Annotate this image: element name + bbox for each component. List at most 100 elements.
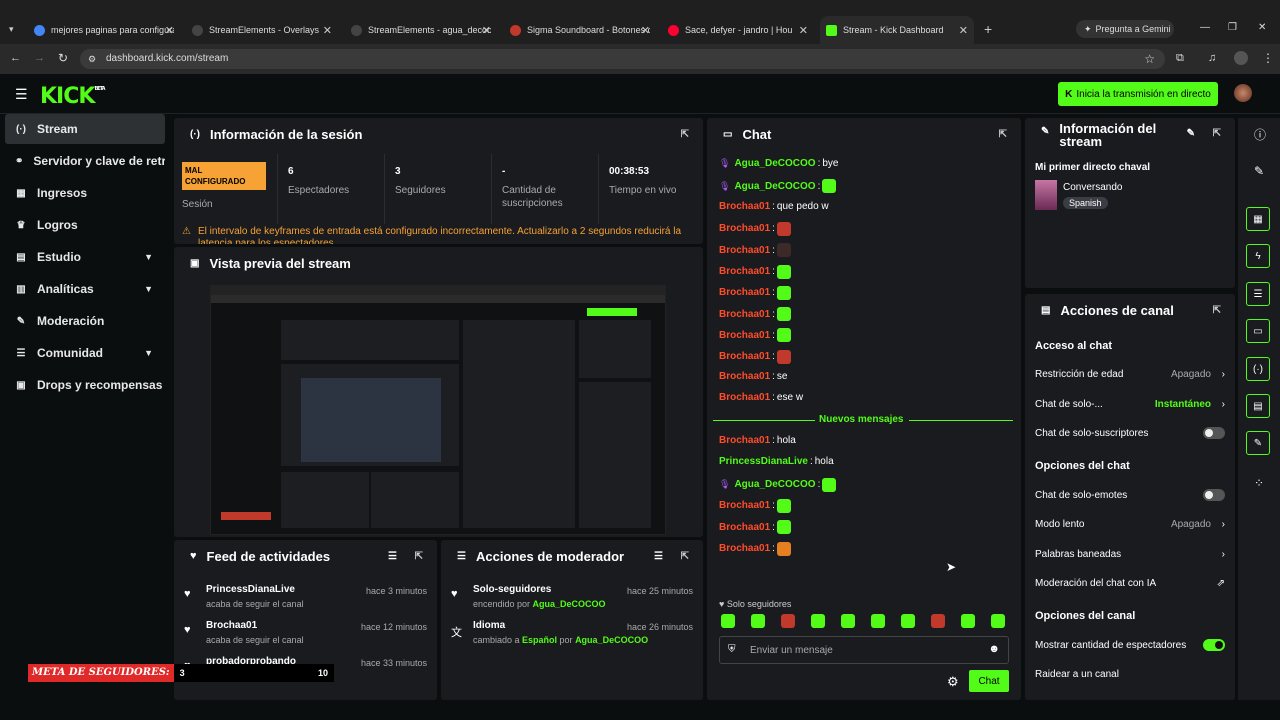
chat-settings-gear-icon[interactable]: ⚙: [947, 674, 959, 690]
activity-user[interactable]: PrincessDianaLive: [206, 584, 295, 595]
mod-action-user[interactable]: Agua_DeCOCOO: [533, 599, 606, 609]
emote-icon[interactable]: [776, 285, 791, 300]
quick-emote-icon[interactable]: [781, 614, 795, 628]
popout-icon[interactable]: ⇱: [999, 129, 1007, 140]
media-icon[interactable]: ♫: [1208, 52, 1216, 64]
close-tab-icon[interactable]: ✕: [641, 24, 650, 37]
quick-emote-icon[interactable]: [991, 614, 1005, 628]
url-field[interactable]: ⚙ dashboard.kick.com/stream ☆: [80, 49, 1165, 69]
edit-pencil-icon[interactable]: ✎: [1187, 128, 1195, 139]
show-viewers-toggle[interactable]: [1203, 639, 1225, 651]
emoji-picker-icon[interactable]: ☻: [988, 643, 1000, 655]
close-window-icon[interactable]: ✕: [1258, 22, 1266, 33]
rail-broadcast-button[interactable]: (·): [1246, 357, 1270, 381]
subs-only-toggle[interactable]: [1203, 427, 1225, 439]
quick-emote-icon[interactable]: [721, 614, 735, 628]
close-tab-icon[interactable]: ✕: [482, 24, 491, 37]
emote-icon[interactable]: [776, 349, 791, 364]
chat-username[interactable]: Brochaa01: [719, 435, 770, 446]
emote-icon[interactable]: [776, 307, 791, 322]
restore-icon[interactable]: ❐: [1228, 22, 1237, 33]
banned-words-row[interactable]: Palabras baneadas ›: [1035, 544, 1225, 564]
chat-username[interactable]: PrincessDianaLive: [719, 456, 808, 467]
chat-username[interactable]: Brochaa01: [719, 223, 770, 234]
sidebar-item-drops[interactable]: ▣ Drops y recompensas: [5, 370, 165, 400]
chat-username[interactable]: Brochaa01: [719, 266, 770, 277]
forward-icon[interactable]: →: [34, 52, 45, 64]
quick-emote-icon[interactable]: [961, 614, 975, 628]
close-tab-icon[interactable]: ✕: [165, 24, 174, 37]
emote-icon[interactable]: [776, 328, 791, 343]
kick-logo[interactable]: KICKBETA: [40, 84, 106, 109]
rail-activity-button[interactable]: ϟ: [1246, 244, 1270, 268]
quick-emote-icon[interactable]: [901, 614, 915, 628]
emotes-only-toggle[interactable]: [1203, 489, 1225, 501]
age-restriction-row[interactable]: Restricción de edad Apagado ›: [1035, 364, 1225, 384]
user-avatar[interactable]: [1234, 84, 1252, 102]
popout-icon[interactable]: ⇱: [1213, 128, 1221, 139]
close-tab-icon[interactable]: ✕: [959, 24, 968, 37]
tab-3[interactable]: Sigma Soundboard - Botones d ✕: [510, 20, 650, 40]
chat-username[interactable]: Agua_DeCOCOO: [734, 158, 815, 169]
tab-search-icon[interactable]: ▾: [9, 24, 14, 35]
sidebar-item-logros[interactable]: ♛ Logros: [5, 210, 165, 240]
popout-icon[interactable]: ⇱: [1213, 305, 1221, 316]
chat-username[interactable]: Brochaa01: [719, 351, 770, 362]
rail-channel-button[interactable]: ▤: [1246, 394, 1270, 418]
rail-session-button[interactable]: ▦: [1246, 207, 1270, 231]
ai-moderation-row[interactable]: Moderación del chat con IA ⇗: [1035, 573, 1225, 593]
chat-username[interactable]: Agua_DeCOCOO: [734, 181, 815, 192]
tab-5-active[interactable]: Stream - Kick Dashboard ✕: [820, 16, 974, 44]
chat-send-button[interactable]: Chat: [969, 670, 1009, 692]
chat-username[interactable]: Brochaa01: [719, 245, 770, 256]
sidebar-item-ingresos[interactable]: ▦ Ingresos: [5, 178, 165, 208]
chat-username[interactable]: Brochaa01: [719, 201, 770, 212]
mod-action-user[interactable]: Agua_DeCOCOO: [575, 635, 648, 645]
emote-icon[interactable]: [776, 498, 791, 513]
tab-1[interactable]: StreamElements - Overlays ✕: [192, 20, 332, 40]
info-icon[interactable]: ⓘ: [1254, 126, 1266, 143]
chat-input[interactable]: ⛨ Enviar un mensaje ☻: [719, 636, 1009, 664]
back-icon[interactable]: ←: [10, 52, 21, 64]
quick-emote-icon[interactable]: [811, 614, 825, 628]
emote-icon[interactable]: [776, 541, 791, 556]
popout-icon[interactable]: ⇱: [681, 129, 689, 140]
reload-icon[interactable]: ↻: [58, 51, 68, 65]
sidebar-item-comunidad[interactable]: ☰ Comunidad ▼: [5, 338, 165, 368]
chat-username[interactable]: Brochaa01: [719, 392, 770, 403]
hamburger-menu-icon[interactable]: ☰: [15, 86, 28, 103]
sidebar-item-stream[interactable]: (·) Stream: [5, 114, 165, 144]
quick-emote-icon[interactable]: [871, 614, 885, 628]
chat-username[interactable]: Brochaa01: [719, 500, 770, 511]
tab-0[interactable]: mejores paginas para configura ✕: [34, 20, 174, 40]
emote-icon[interactable]: [776, 221, 791, 236]
emote-icon[interactable]: [776, 243, 791, 258]
chat-username[interactable]: Agua_DeCOCOO: [734, 479, 815, 490]
chat-username[interactable]: Brochaa01: [719, 371, 770, 382]
slow-mode-row[interactable]: Modo lento Apagado ›: [1035, 514, 1225, 534]
new-tab-icon[interactable]: +: [984, 21, 992, 37]
emote-icon[interactable]: [776, 264, 791, 279]
emote-icon[interactable]: [776, 520, 791, 535]
quick-emote-icon[interactable]: [841, 614, 855, 628]
profile-icon[interactable]: [1234, 51, 1248, 65]
close-tab-icon[interactable]: ✕: [799, 24, 808, 37]
rail-chat-button[interactable]: ▭: [1246, 319, 1270, 343]
more-options-icon[interactable]: ⁘: [1254, 476, 1264, 490]
gemini-button[interactable]: ✦ Pregunta a Gemini: [1076, 20, 1174, 38]
followers-only-row[interactable]: Chat de solo-... Instantáneo ›: [1035, 394, 1225, 414]
popout-icon[interactable]: ⇱: [681, 551, 689, 562]
sidebar-item-estudio[interactable]: ▤ Estudio ▼: [5, 242, 165, 272]
filter-icon[interactable]: ☰: [654, 551, 663, 562]
chat-username[interactable]: Brochaa01: [719, 330, 770, 341]
sidebar-item-server-key[interactable]: ⚭ Servidor y clave de retransmisión: [5, 146, 165, 176]
browser-menu-icon[interactable]: ⋮: [1262, 51, 1274, 65]
raid-row[interactable]: Raidear a un canal: [1035, 664, 1225, 684]
quick-emote-icon[interactable]: [931, 614, 945, 628]
extensions-icon[interactable]: ⧉: [1176, 52, 1184, 65]
edit-icon[interactable]: ✎: [1254, 164, 1264, 178]
tab-2[interactable]: StreamElements - agua_decoco ✕: [351, 20, 491, 40]
stream-preview-video[interactable]: [210, 285, 666, 535]
activity-user[interactable]: Brochaa01: [206, 620, 257, 631]
chat-username[interactable]: Brochaa01: [719, 522, 770, 533]
